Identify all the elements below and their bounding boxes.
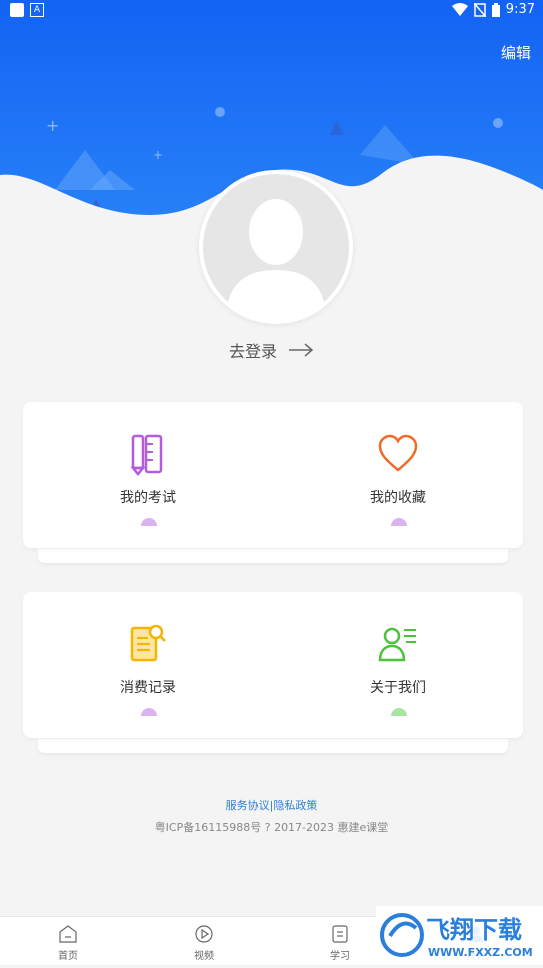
study-icon — [332, 925, 348, 943]
user-info-icon — [378, 627, 416, 662]
menu-label: 我的考试 — [120, 490, 176, 506]
icp-text: 粤ICP备16115988号 ? 2017-2023 惠建e课堂 — [154, 821, 389, 834]
status-bar: A 9:37 — [0, 0, 543, 20]
menu-item-favorites[interactable]: 我的收藏 — [273, 402, 523, 548]
menu-label: 消费记录 — [120, 680, 176, 696]
heart-icon — [378, 434, 418, 472]
tab-video[interactable]: 视频 — [136, 917, 272, 965]
menu-item-about-us[interactable]: 关于我们 — [273, 592, 523, 738]
menu-label: 关于我们 — [370, 680, 426, 696]
watermark-url: WWW.FXXZ.COM — [428, 946, 533, 959]
home-icon — [59, 925, 77, 943]
battery-icon — [491, 2, 500, 17]
card-shadow — [38, 739, 508, 753]
menu-item-purchase-records[interactable]: 消费记录 — [23, 592, 273, 738]
svg-text:+: + — [46, 116, 59, 135]
card-shadow — [38, 549, 508, 563]
login-label: 去登录 — [228, 342, 277, 361]
watermark: 飞翔下载 WWW.FXXZ.COM — [376, 906, 543, 964]
watermark-text: 飞翔下载 — [426, 916, 522, 944]
login-link[interactable]: 去登录 — [0, 338, 543, 362]
default-avatar-icon — [226, 199, 326, 320]
indicator-dot — [141, 708, 157, 716]
indicator-dot — [141, 518, 157, 526]
edit-button[interactable]: 编辑 — [501, 42, 531, 63]
tab-label: 视频 — [194, 951, 214, 962]
menu-card-2: 消费记录 关于我们 — [23, 592, 523, 738]
watermark-logo-icon: 飞翔下载 WWW.FXXZ.COM — [380, 913, 533, 959]
arrow-right-icon — [289, 343, 314, 357]
policy-links[interactable]: 服务协议|隐私政策 — [0, 797, 543, 813]
menu-card-1: 我的考试 我的收藏 — [23, 402, 523, 548]
menu-label: 我的收藏 — [370, 490, 426, 506]
svg-text:+: + — [153, 148, 163, 162]
notification-icon — [10, 3, 24, 17]
pencil-ruler-icon — [130, 434, 163, 476]
tab-home[interactable]: 首页 — [0, 917, 136, 965]
document-search-icon — [130, 624, 166, 662]
play-icon — [195, 925, 213, 943]
indicator-dot — [391, 518, 407, 526]
wifi-icon — [451, 2, 468, 16]
a-icon: A — [30, 3, 44, 17]
indicator-dot — [391, 708, 407, 716]
no-sim-icon — [473, 2, 486, 17]
menu-item-exams[interactable]: 我的考试 — [23, 402, 273, 548]
tab-label: 首页 — [58, 951, 78, 962]
clock: 9:37 — [505, 2, 535, 17]
avatar[interactable] — [199, 170, 353, 324]
